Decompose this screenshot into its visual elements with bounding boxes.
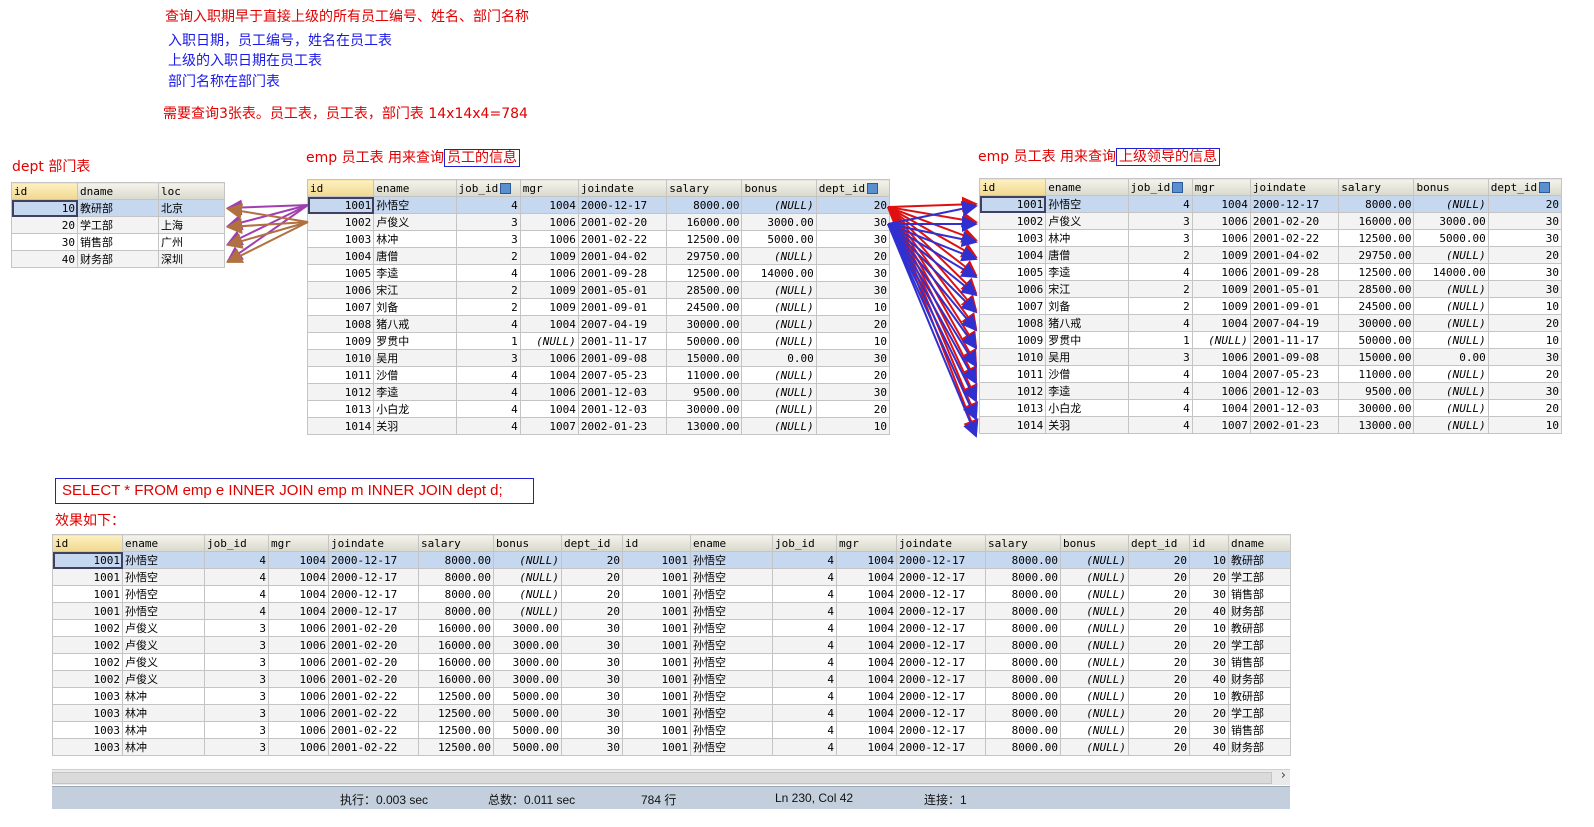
manager-link-arrow [887,223,977,385]
manager-link-arrow [887,196,978,213]
relationship-arrows [226,196,979,438]
